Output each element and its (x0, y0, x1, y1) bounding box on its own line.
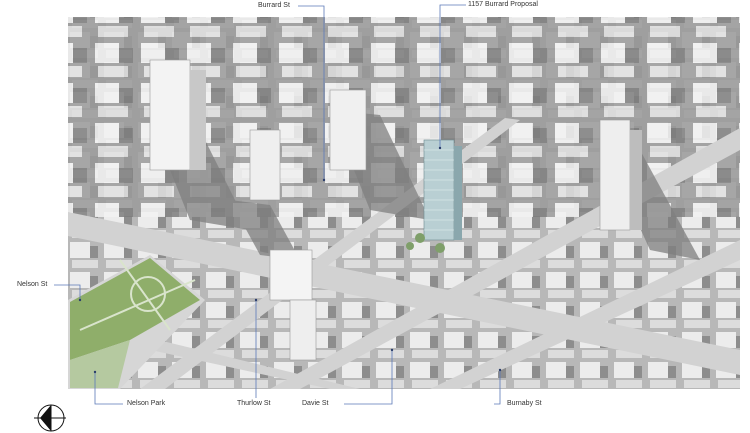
label-nelson-st: Nelson St (17, 281, 48, 288)
site-context-map (34, 4, 740, 432)
label-burrard-st: Burrard St (258, 2, 290, 9)
label-burnaby-st: Burnaby St (507, 400, 542, 407)
label-thurlow-st: Thurlow St (237, 400, 271, 407)
label-davie-st: Davie St (302, 400, 329, 407)
label-nelson-park: Nelson Park (127, 400, 166, 407)
label-1157-burrard-proposal: 1157 Burrard Proposal (468, 1, 538, 8)
north-arrow-icon (34, 404, 66, 432)
